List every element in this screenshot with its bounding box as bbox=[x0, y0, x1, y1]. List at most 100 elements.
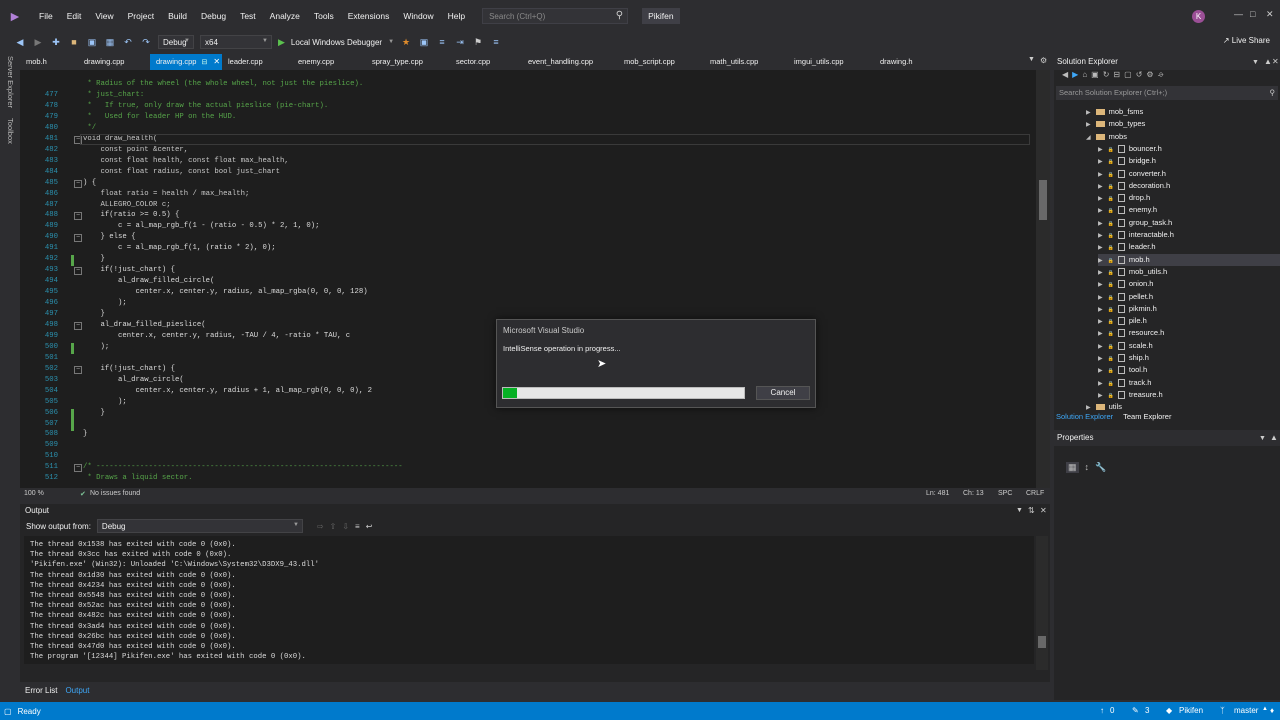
screenshot-icon[interactable]: ▣ bbox=[418, 37, 430, 48]
next-message-icon[interactable]: ⇩ bbox=[342, 522, 349, 531]
switch-views-icon[interactable]: ▣ bbox=[1091, 70, 1103, 79]
scrollbar-thumb[interactable] bbox=[1039, 180, 1047, 220]
expanded-arrow-icon[interactable]: ◢ bbox=[1086, 135, 1091, 141]
editor-scrollbar[interactable] bbox=[1036, 70, 1050, 488]
tab-enemy-cpp[interactable]: enemy.cpp bbox=[292, 54, 366, 70]
tab-output[interactable]: Output bbox=[65, 686, 89, 695]
unpushed-count[interactable]: 0 bbox=[1110, 706, 1114, 715]
tree-file[interactable]: ▶ 🔒 tool.h bbox=[1098, 364, 1147, 376]
menu-item-extensions[interactable]: Extensions bbox=[341, 11, 397, 21]
forward-icon[interactable]: ▶ bbox=[32, 37, 44, 48]
menu-item-analyze[interactable]: Analyze bbox=[263, 11, 307, 21]
changes-count[interactable]: 3 bbox=[1145, 706, 1149, 715]
whitespace-mode[interactable]: SPC bbox=[998, 490, 1012, 497]
issues-status[interactable]: No issues found bbox=[90, 490, 140, 497]
expand-arrow-icon[interactable]: ▶ bbox=[1098, 221, 1103, 227]
expand-arrow-icon[interactable]: ▶ bbox=[1098, 295, 1103, 301]
expand-arrow-icon[interactable]: ▶ bbox=[1098, 208, 1103, 214]
toolbox-tab[interactable]: Toolbox bbox=[6, 118, 15, 144]
tab-error-list[interactable]: Error List bbox=[25, 686, 57, 695]
menu-item-file[interactable]: File bbox=[32, 11, 60, 21]
close-panel-icon[interactable]: ✕ bbox=[1272, 54, 1279, 70]
tab-event-handling-cpp[interactable]: event_handling.cpp bbox=[522, 54, 618, 70]
close-tab-icon[interactable]: ✕ bbox=[213, 57, 220, 66]
tab-imgui-utils-cpp[interactable]: imgui_utils.cpp bbox=[788, 54, 874, 70]
menu-item-build[interactable]: Build bbox=[161, 11, 194, 21]
minimize-icon[interactable]: — bbox=[1234, 9, 1243, 19]
pin-icon[interactable]: ⇅ bbox=[1028, 506, 1035, 515]
expand-arrow-icon[interactable]: ▶ bbox=[1098, 258, 1103, 264]
output-source-dropdown[interactable]: Debug ▼ bbox=[96, 519, 303, 533]
tree-file[interactable]: ▶ 🔒 mob.h bbox=[1098, 253, 1280, 266]
publish-icon[interactable]: ↑ bbox=[1100, 706, 1104, 715]
pending-changes-icon[interactable]: ↻ bbox=[1103, 70, 1114, 79]
bookmark-icon[interactable]: ⚑ bbox=[472, 37, 484, 48]
word-wrap-icon[interactable]: ↩ bbox=[366, 522, 373, 531]
expand-arrow-icon[interactable]: ▶ bbox=[1098, 147, 1103, 153]
tree-file[interactable]: ▶ 🔒 scale.h bbox=[1098, 340, 1153, 352]
tree-file[interactable]: ▶ 🔒 onion.h bbox=[1098, 278, 1153, 290]
tree-file[interactable]: ▶ 🔒 bouncer.h bbox=[1098, 143, 1162, 155]
find-message-icon[interactable]: ⇨ bbox=[317, 522, 324, 531]
repo-name[interactable]: Pikifen bbox=[1179, 706, 1203, 715]
expand-arrow-icon[interactable]: ▶ bbox=[1098, 282, 1103, 288]
live-share-button[interactable]: ↗ Live Share bbox=[1223, 36, 1270, 45]
code-editor[interactable]: * Radius of the wheel (the whole wheel, … bbox=[20, 70, 1050, 488]
pin-icon[interactable]: ▲ bbox=[1270, 430, 1278, 446]
platform-dropdown[interactable]: x64 ▼ bbox=[200, 35, 272, 49]
home-icon[interactable]: ⌂ bbox=[1082, 70, 1091, 79]
save-icon[interactable]: ▣ bbox=[86, 37, 98, 48]
save-all-icon[interactable]: ▦ bbox=[104, 37, 116, 48]
line-ending[interactable]: CRLF bbox=[1026, 490, 1044, 497]
chevron-up-icon[interactable]: ▲ bbox=[1262, 706, 1268, 712]
forward-icon[interactable]: ▶ bbox=[1072, 70, 1082, 79]
open-icon[interactable]: ■ bbox=[68, 37, 80, 47]
close-window-icon[interactable]: ✕ bbox=[1266, 9, 1274, 20]
tab-spray-type-cpp[interactable]: spray_type.cpp bbox=[366, 54, 450, 70]
back-icon[interactable]: ◀ bbox=[1062, 70, 1072, 79]
tree-file[interactable]: ▶ 🔒 treasure.h bbox=[1098, 389, 1163, 401]
expand-arrow-icon[interactable]: ▶ bbox=[1098, 356, 1103, 362]
expand-arrow-icon[interactable]: ▶ bbox=[1098, 381, 1103, 387]
expand-arrow-icon[interactable]: ▶ bbox=[1098, 368, 1103, 374]
expand-arrow-icon[interactable]: ▶ bbox=[1098, 331, 1103, 337]
solution-search-input[interactable]: Search Solution Explorer (Ctrl+;) ⚲ bbox=[1056, 86, 1278, 100]
menu-item-view[interactable]: View bbox=[88, 11, 120, 21]
server-explorer-tab[interactable]: Server Explorer bbox=[6, 56, 15, 108]
indent-icon[interactable]: ⇥ bbox=[454, 37, 466, 48]
chevron-down-icon[interactable]: ▼ bbox=[388, 39, 394, 45]
alphabetical-icon[interactable]: ↕ bbox=[1085, 462, 1090, 473]
tab-mob-h[interactable]: mob.h bbox=[20, 54, 78, 70]
hot-reload-icon[interactable]: ★ bbox=[400, 37, 412, 48]
expand-arrow-icon[interactable]: ▶ bbox=[1098, 245, 1103, 251]
expand-arrow-icon[interactable]: ▶ bbox=[1098, 344, 1103, 350]
output-text[interactable]: The thread 0x1538 has exited with code 0… bbox=[24, 536, 1034, 664]
tab-sector-cpp[interactable]: sector.cpp bbox=[450, 54, 522, 70]
expand-arrow-icon[interactable]: ▶ bbox=[1098, 393, 1103, 399]
tree-file[interactable]: ▶ 🔒 resource.h bbox=[1098, 327, 1164, 339]
fold-toggle-icon[interactable]: − bbox=[74, 212, 82, 221]
branch-icon[interactable]: ᛉ bbox=[1220, 706, 1225, 715]
start-debugging-icon[interactable]: ▶ bbox=[278, 37, 285, 48]
expand-arrow-icon[interactable]: ▶ bbox=[1098, 184, 1103, 190]
zoom-level[interactable]: 100 % bbox=[24, 490, 44, 497]
align-icon[interactable]: ≡ bbox=[436, 37, 448, 47]
tree-folder[interactable]: ▶ mob_types bbox=[1086, 118, 1145, 130]
expand-arrow-icon[interactable]: ▶ bbox=[1098, 172, 1103, 178]
tree-file[interactable]: ▶ 🔒 leader.h bbox=[1098, 241, 1156, 253]
tree-file[interactable]: ▶ 🔒 pellet.h bbox=[1098, 291, 1153, 303]
tree-file[interactable]: ▶ 🔒 decoration.h bbox=[1098, 180, 1170, 192]
tree-file[interactable]: ▶ 🔒 drop.h bbox=[1098, 192, 1150, 204]
tree-file[interactable]: ▶ 🔒 interactable.h bbox=[1098, 229, 1174, 241]
fold-toggle-icon[interactable]: − bbox=[74, 321, 82, 330]
panel-menu-icon[interactable]: ▼ bbox=[1016, 507, 1023, 514]
tab-list-icon[interactable]: ▼ bbox=[1028, 56, 1035, 63]
repo-icon[interactable]: ◆ bbox=[1166, 706, 1172, 715]
pin-icon[interactable]: ▲ bbox=[1264, 54, 1272, 70]
branch-name[interactable]: master bbox=[1234, 706, 1258, 715]
comment-icon[interactable]: ≡ bbox=[490, 37, 502, 47]
tree-file[interactable]: ▶ 🔒 pile.h bbox=[1098, 315, 1147, 327]
categorized-icon[interactable]: ▦ bbox=[1066, 462, 1079, 473]
clear-all-icon[interactable]: ≡ bbox=[355, 522, 360, 531]
menu-item-edit[interactable]: Edit bbox=[60, 11, 89, 21]
